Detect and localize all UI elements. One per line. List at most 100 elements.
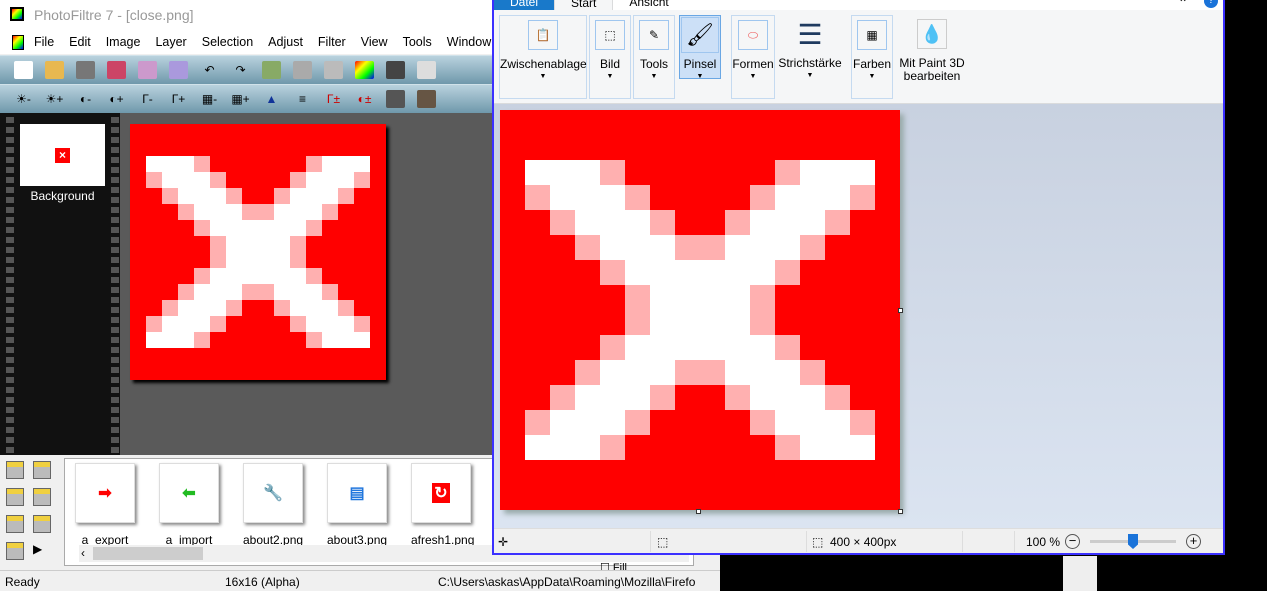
folder-open-icon[interactable] (6, 488, 24, 506)
menu-window[interactable]: Window (447, 35, 491, 54)
tab-datei[interactable]: Datei (494, 0, 555, 10)
pixel (575, 335, 600, 360)
pixel (725, 260, 750, 285)
group-formen[interactable]: ⬭ Formen ▼ (731, 15, 775, 99)
auto-gamma-icon[interactable]: Γ± (324, 90, 343, 108)
print-icon[interactable] (138, 61, 157, 79)
paste-new-icon[interactable] (293, 61, 312, 79)
brightness-minus-icon[interactable]: ☀- (14, 90, 33, 108)
pixel (370, 332, 386, 348)
pixel (850, 460, 875, 485)
group-zwischenablage[interactable]: 📋 Zwischenablage ▼ (499, 15, 587, 99)
texture-icon[interactable] (417, 90, 436, 108)
paint3d-button[interactable]: 💧 Mit Paint 3D bearbeiten (896, 15, 968, 99)
group-pinsel[interactable]: 🖌 Pinsel ▼ (679, 15, 721, 80)
menu-selection[interactable]: Selection (202, 35, 253, 54)
file-thumbnail[interactable]: ↻ afresh1.png (411, 463, 474, 547)
gamma-plus-icon[interactable]: Γ+ (169, 90, 188, 108)
pixel (550, 460, 575, 485)
save-as-icon[interactable] (107, 61, 126, 79)
menu-filter[interactable]: Filter (318, 35, 346, 54)
filter-grid-icon[interactable] (386, 90, 405, 108)
desktop-document-icon[interactable] (1063, 556, 1097, 591)
levels-icon[interactable]: ≡ (293, 90, 312, 108)
saturation-minus-icon[interactable]: ▦- (200, 90, 219, 108)
automate-icon[interactable] (417, 61, 436, 79)
group-strichstaerke[interactable]: ☰ Strichstärke ▼ (777, 15, 843, 99)
menu-adjust[interactable]: Adjust (268, 35, 303, 54)
pixel (850, 410, 875, 435)
file-thumbnail[interactable]: 🔧 about2.png (243, 463, 303, 547)
folder-save-icon[interactable] (33, 488, 51, 506)
redo-icon[interactable]: ↷ (231, 61, 250, 79)
group-farben[interactable]: ▦ Farben ▼ (851, 15, 893, 99)
file-thumbnail[interactable]: ⬅ a_import (159, 463, 219, 547)
zoom-slider-thumb[interactable] (1128, 534, 1138, 549)
pixel (775, 485, 800, 510)
pixel (242, 220, 258, 236)
resize-handle[interactable] (696, 509, 701, 514)
group-tools[interactable]: ✎ Tools ▼ (633, 15, 675, 99)
pixel (650, 260, 675, 285)
folder-tree-icon[interactable] (6, 461, 24, 479)
resize-handle[interactable] (898, 308, 903, 313)
folder-select-all-icon[interactable] (33, 515, 51, 533)
resize-handle[interactable] (898, 509, 903, 514)
pixel (194, 124, 210, 140)
open-icon[interactable] (45, 61, 64, 79)
pixel (825, 285, 850, 310)
tab-ansicht[interactable]: Ansicht (613, 0, 684, 10)
pixel (258, 332, 274, 348)
pixel (146, 156, 162, 172)
zoom-in-button[interactable]: + (1186, 534, 1201, 549)
zoom-slider[interactable] (1090, 534, 1176, 549)
pixel (290, 348, 306, 364)
duplicate-icon[interactable] (262, 61, 281, 79)
zoom-out-button[interactable]: − (1065, 534, 1080, 549)
pixel (600, 210, 625, 235)
fill-checkbox[interactable]: ☐ Fill (600, 561, 627, 570)
auto-contrast-icon[interactable]: ◐± (355, 90, 374, 108)
paint-canvas[interactable] (500, 110, 900, 510)
menu-view[interactable]: View (361, 35, 388, 54)
help-icon[interactable]: ? (1204, 0, 1218, 8)
scroll-left-icon[interactable]: ‹ (81, 546, 85, 560)
folder-transparency-icon[interactable] (6, 542, 24, 560)
contrast-minus-icon[interactable]: ◐- (76, 90, 95, 108)
pixel (338, 204, 354, 220)
saturation-plus-icon[interactable]: ▦+ (231, 90, 250, 108)
menu-file[interactable]: File (34, 35, 54, 54)
copy-icon[interactable] (324, 61, 343, 79)
layer-thumbnail[interactable]: × (20, 124, 105, 186)
status-path: C:\Users\askas\AppData\Roaming\Mozilla\F… (438, 575, 696, 589)
play-icon[interactable]: ▶ (33, 542, 60, 560)
minimize-ribbon-icon[interactable]: ⌃ (1178, 0, 1188, 10)
contrast-plus-icon[interactable]: ◐+ (107, 90, 126, 108)
image-canvas[interactable] (130, 124, 386, 380)
grid-icon[interactable] (386, 61, 405, 79)
pixel (625, 210, 650, 235)
undo-icon[interactable]: ↶ (200, 61, 219, 79)
scrollbar-thumb[interactable] (93, 547, 203, 560)
pixel (625, 485, 650, 510)
folder-select-icon[interactable] (6, 515, 24, 533)
new-icon[interactable] (14, 61, 33, 79)
group-bild[interactable]: ⬚ Bild ▼ (589, 15, 631, 99)
file-thumbnail[interactable]: ➡ a_export (75, 463, 135, 547)
folder-image-icon[interactable] (33, 461, 51, 479)
scan-icon[interactable] (169, 61, 188, 79)
pixel (354, 156, 370, 172)
histogram-icon[interactable]: ▲ (262, 90, 281, 108)
file-thumbnail[interactable]: ▤ about3.png (327, 463, 387, 547)
brightness-plus-icon[interactable]: ☀+ (45, 90, 64, 108)
menu-image[interactable]: Image (106, 35, 141, 54)
save-icon[interactable] (76, 61, 95, 79)
pixel (800, 185, 825, 210)
menu-edit[interactable]: Edit (69, 35, 91, 54)
menu-layer[interactable]: Layer (155, 35, 186, 54)
menu-tools[interactable]: Tools (403, 35, 432, 54)
pixel (725, 210, 750, 235)
tab-start[interactable]: Start (554, 0, 614, 10)
color-icon[interactable] (355, 61, 374, 79)
gamma-minus-icon[interactable]: Γ- (138, 90, 157, 108)
